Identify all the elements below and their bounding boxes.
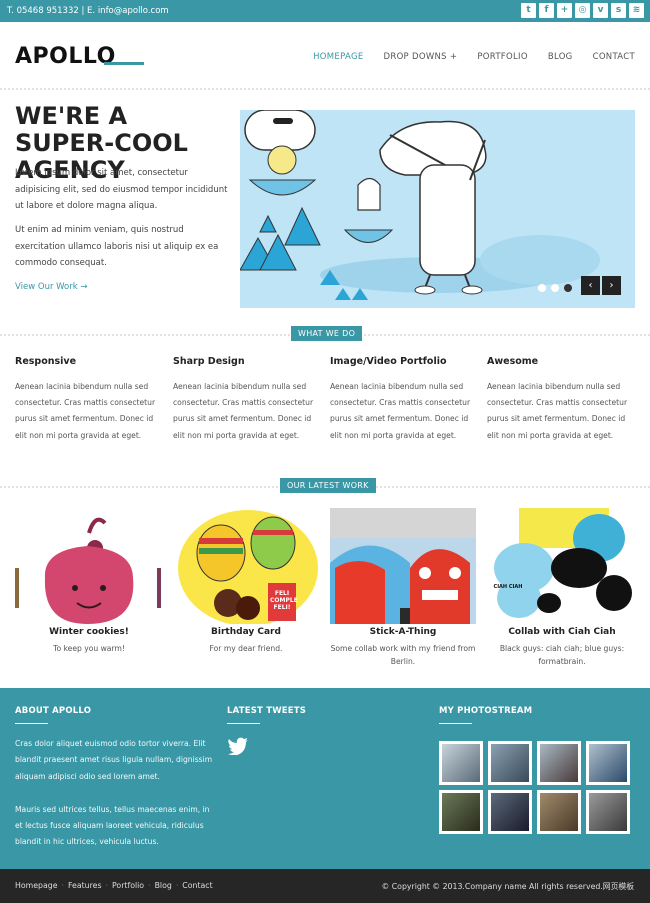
feature-portfolio: Image/Video Portfolio Aenean lacinia bib…	[330, 356, 475, 444]
latest-work-label: OUR LATEST WORK	[280, 478, 376, 493]
vimeo-icon[interactable]: v	[593, 3, 608, 18]
about-paragraph-2: Mauris sed ultrices tellus, tellus maece…	[15, 804, 210, 847]
nav-homepage[interactable]: HOMEPAGE	[313, 52, 363, 62]
photo-thumbnail[interactable]	[586, 741, 630, 785]
logo-underline	[104, 62, 144, 65]
footer-link-blog[interactable]: Blog	[155, 881, 172, 890]
slider-dot-active[interactable]	[564, 284, 572, 292]
feature-sharp-design: Sharp Design Aenean lacinia bibendum nul…	[173, 356, 318, 444]
photo-thumbnail[interactable]	[586, 790, 630, 834]
facebook-icon[interactable]: f	[539, 3, 554, 18]
collab-illustration	[489, 508, 635, 624]
work-title[interactable]: Stick-A-Thing	[328, 627, 478, 637]
photo-thumbnail[interactable]	[537, 741, 581, 785]
hero-paragraph-2: Ut enim ad minim veniam, quis nostrud ex…	[15, 225, 219, 268]
work-subtitle: Black guys: ciah ciah; blue guys: format…	[499, 644, 625, 666]
work-image-collab-ciah-ciah[interactable]: CIAH CIAH	[489, 508, 635, 624]
feature-text: Aenean lacinia bibendum nulla sed consec…	[487, 382, 628, 440]
feature-text: Aenean lacinia bibendum nulla sed consec…	[15, 382, 156, 440]
title-underline	[15, 723, 48, 724]
separator: ·	[175, 881, 179, 890]
work-image-birthday-card[interactable]: FELI COMPLE FELI!	[173, 508, 319, 624]
footer-link-portfolio[interactable]: Portfolio	[112, 881, 144, 890]
work-title[interactable]: Birthday Card	[171, 627, 321, 637]
nav-contact[interactable]: CONTACT	[593, 52, 635, 62]
badge-text: CIAH CIAH	[493, 584, 523, 590]
work-subtitle: To keep you warm!	[53, 644, 125, 653]
tweets-column: LATEST TWEETS	[227, 706, 417, 759]
top-bar: T. 05468 951332 | E. info@apollo.com t f…	[0, 0, 650, 22]
work-image-stick-a-thing[interactable]	[330, 508, 476, 624]
twitter-icon[interactable]: t	[521, 3, 536, 18]
feature-awesome: Awesome Aenean lacinia bibendum nulla se…	[487, 356, 632, 444]
photo-grid	[439, 741, 639, 834]
view-our-work-link[interactable]: View Our Work →	[15, 282, 88, 292]
about-column: ABOUT APOLLO Cras dolor aliquet euismod …	[15, 706, 215, 851]
photo-thumbnail[interactable]	[439, 790, 483, 834]
nav-portfolio[interactable]: PORTFOLIO	[477, 52, 528, 62]
slider-dots	[538, 284, 572, 292]
feature-title: Sharp Design	[173, 356, 245, 367]
about-paragraph-1: Cras dolor aliquet euismod odio tortor v…	[15, 739, 213, 781]
feature-title: Responsive	[15, 356, 77, 367]
badge-text: FELI COMPLE FELI!	[270, 590, 298, 611]
nav-blog[interactable]: BLOG	[548, 52, 573, 62]
feature-title: Image/Video Portfolio	[330, 356, 447, 367]
feature-text: Aenean lacinia bibendum nulla sed consec…	[330, 382, 471, 440]
work-subtitle: For my dear friend.	[209, 644, 283, 653]
logo[interactable]: APOLLO	[15, 44, 116, 69]
hero-paragraph-1: Lorem ipsum dolor sit amet, consectetur …	[15, 168, 228, 211]
work-title[interactable]: Collab with Ciah Ciah	[487, 627, 637, 637]
social-links: t f + ◎ v s ≋	[521, 3, 644, 18]
feature-title: Awesome	[487, 356, 539, 367]
separator: ·	[105, 881, 108, 890]
work-subtitle: Some collab work with my friend from Ber…	[330, 644, 476, 666]
google-plus-icon[interactable]: +	[557, 3, 572, 18]
about-title: ABOUT APOLLO	[15, 706, 92, 716]
skype-icon[interactable]: s	[611, 3, 626, 18]
next-arrow-button[interactable]: ›	[602, 276, 621, 295]
photo-thumbnail[interactable]	[439, 741, 483, 785]
hero-slider[interactable]: ‹ ›	[240, 110, 635, 308]
monsters-illustration	[330, 508, 476, 624]
twitter-bird-icon	[228, 737, 248, 756]
slider-dot[interactable]	[538, 284, 546, 292]
main-nav: HOMEPAGE DROP DOWNS + PORTFOLIO BLOG CON…	[313, 52, 635, 62]
photo-thumbnail[interactable]	[537, 790, 581, 834]
photostream-column: MY PHOTOSTREAM	[439, 706, 639, 834]
footer: ABOUT APOLLO Cras dolor aliquet euismod …	[0, 688, 650, 869]
footer-nav: Homepage · Features · Portfolio · Blog ·…	[15, 881, 213, 890]
dribbble-icon[interactable]: ◎	[575, 3, 590, 18]
bottom-bar: Homepage · Features · Portfolio · Blog ·…	[0, 869, 650, 903]
what-we-do-label: WHAT WE DO	[291, 326, 363, 341]
footer-link-contact[interactable]: Contact	[182, 881, 212, 890]
photostream-title: MY PHOTOSTREAM	[439, 706, 533, 716]
tweets-title: LATEST TWEETS	[227, 706, 307, 716]
work-image-winter-cookies[interactable]	[15, 508, 161, 624]
slider-dot[interactable]	[551, 284, 559, 292]
photo-thumbnail[interactable]	[488, 741, 532, 785]
footer-link-features[interactable]: Features	[68, 881, 102, 890]
work-title[interactable]: Winter cookies!	[14, 627, 164, 637]
rss-icon[interactable]: ≋	[629, 3, 644, 18]
balloons-illustration	[173, 508, 319, 624]
nav-drop-downs[interactable]: DROP DOWNS +	[384, 52, 458, 62]
cookie-monster-illustration	[15, 508, 161, 624]
photo-thumbnail[interactable]	[488, 790, 532, 834]
footer-link-homepage[interactable]: Homepage	[15, 881, 58, 890]
separator: ·	[61, 881, 64, 890]
prev-arrow-button[interactable]: ‹	[581, 276, 600, 295]
copyright: © Copyright © 2013.Company name All righ…	[381, 882, 634, 891]
slider-arrows: ‹ ›	[581, 276, 621, 295]
site-header: APOLLO HOMEPAGE DROP DOWNS + PORTFOLIO B…	[0, 22, 650, 88]
separator: ·	[148, 881, 151, 890]
header-divider	[0, 88, 650, 90]
title-underline	[227, 723, 260, 724]
feature-text: Aenean lacinia bibendum nulla sed consec…	[173, 382, 314, 440]
slider-illustration	[240, 110, 600, 300]
feature-responsive: Responsive Aenean lacinia bibendum nulla…	[15, 356, 160, 444]
title-underline	[439, 723, 472, 724]
contact-info: T. 05468 951332 | E. info@apollo.com	[7, 6, 169, 16]
